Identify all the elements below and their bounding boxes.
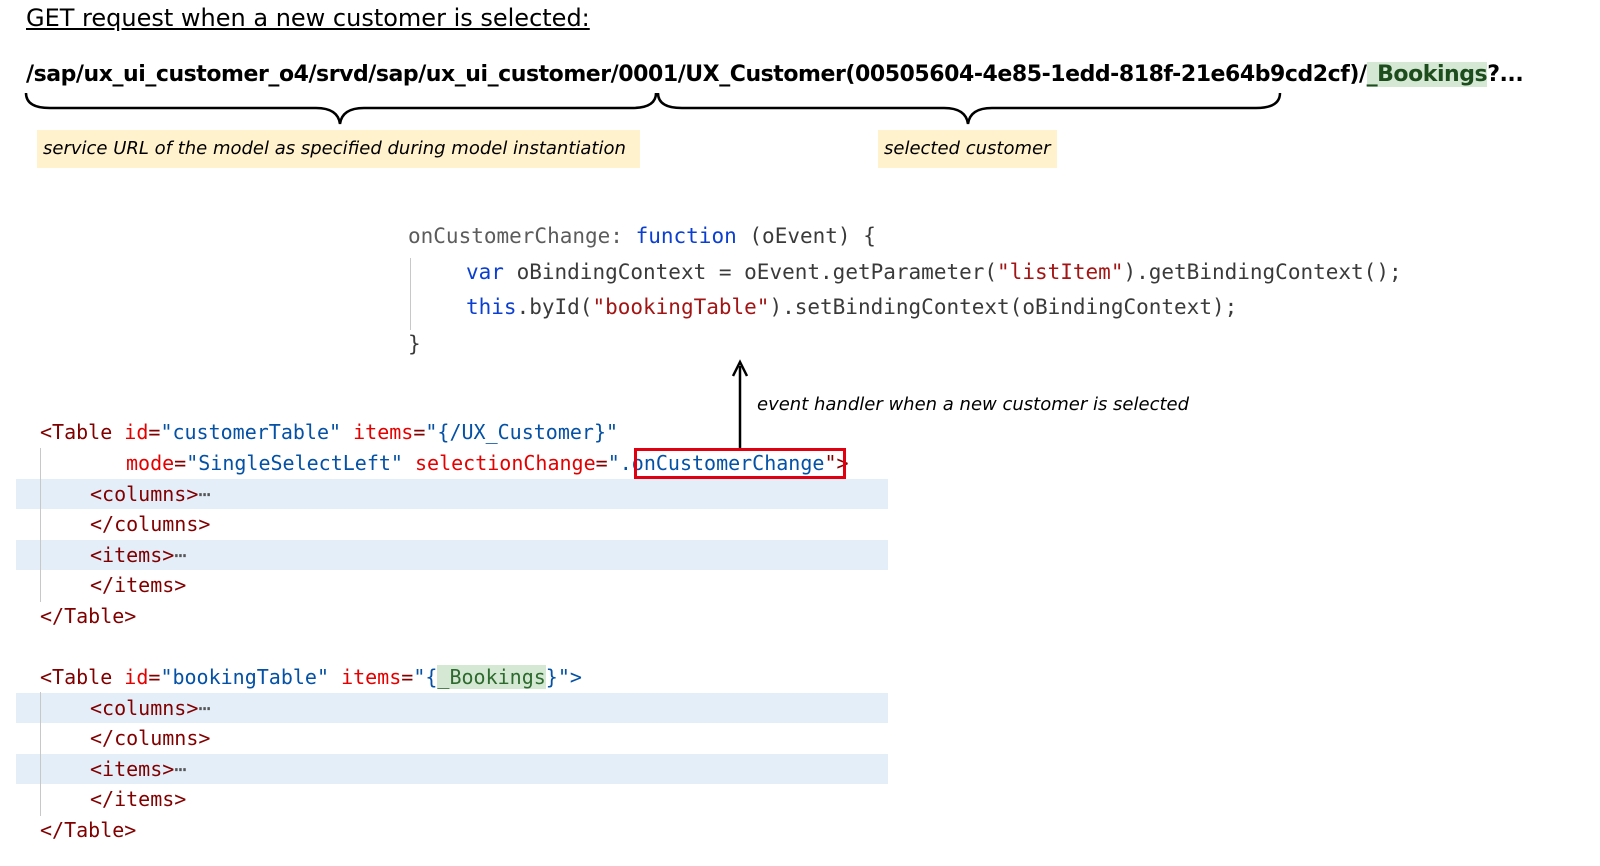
- id-value: "bookingTable": [160, 665, 330, 689]
- collapsed-ellipsis: ⋯: [174, 757, 187, 781]
- booking-columns-close-line: </columns>: [90, 726, 211, 750]
- table-tag: <Table: [40, 420, 113, 444]
- items-open-tag: <items>: [90, 543, 175, 567]
- id-attr: id: [124, 420, 149, 444]
- handler-highlight-box: [634, 448, 846, 479]
- customer-table-indent-guide: [40, 448, 41, 602]
- columns-open-tag: <columns>: [90, 696, 199, 720]
- items-open-tag: <items>: [90, 757, 175, 781]
- mode-attr: mode: [126, 451, 175, 475]
- collapsed-ellipsis: ⋯: [198, 482, 211, 506]
- items-value-close: }">: [545, 665, 582, 689]
- id-value: "customerTable": [160, 420, 342, 444]
- bookings-binding-highlight: _Bookings: [437, 665, 546, 689]
- booking-table-close-line: </Table>: [40, 818, 137, 842]
- items-open-line: <items>⋯: [90, 543, 186, 567]
- customer-table-open-line: <Table id="customerTable" items="{/UX_Cu…: [40, 420, 619, 444]
- selection-change-attr: selectionChange: [415, 451, 596, 475]
- customer-table-close-line: </Table>: [40, 604, 137, 628]
- items-close-line: </items>: [90, 573, 187, 597]
- booking-table-open-line: <Table id="bookingTable" items="{_Bookin…: [40, 665, 582, 689]
- items-value: "{/UX_Customer}": [425, 420, 619, 444]
- items-attr: items: [353, 420, 414, 444]
- booking-table-indent-guide: [40, 692, 41, 816]
- collapsed-ellipsis: ⋯: [174, 543, 187, 567]
- columns-open-line: <columns>⋯: [90, 482, 210, 506]
- items-attr: items: [341, 665, 402, 689]
- booking-items-close-line: </items>: [90, 787, 187, 811]
- columns-open-tag: <columns>: [90, 482, 199, 506]
- table-tag: <Table: [40, 665, 113, 689]
- quote: ": [607, 451, 620, 475]
- booking-columns-open-line: <columns>⋯: [90, 696, 210, 720]
- columns-close-line: </columns>: [90, 512, 211, 536]
- items-value-open: "{: [413, 665, 438, 689]
- id-attr: id: [124, 665, 149, 689]
- mode-value: "SingleSelectLeft": [186, 451, 403, 475]
- booking-items-open-line: <items>⋯: [90, 757, 186, 781]
- event-handler-annotation: event handler when a new customer is sel…: [757, 394, 1190, 415]
- collapsed-ellipsis: ⋯: [198, 696, 211, 720]
